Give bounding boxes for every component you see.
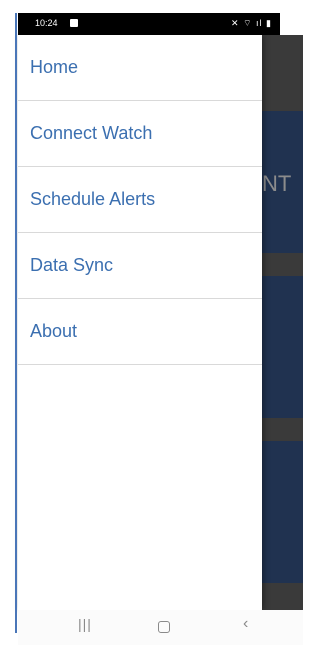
system-nav-bar: ||| ‹ (18, 610, 303, 645)
menu-item-label: Data Sync (30, 255, 114, 275)
background-app[interactable]: NT (262, 35, 303, 610)
screen: 10:24 ✕ ⌔ ıl ▮ NT Home Connect Watch Sch… (0, 0, 303, 645)
window-edge (15, 13, 17, 633)
menu-item-about[interactable]: About (18, 299, 262, 365)
menu-item-connect-watch[interactable]: Connect Watch (18, 101, 262, 167)
menu-item-schedule-alerts[interactable]: Schedule Alerts (18, 167, 262, 233)
menu-item-label: Connect Watch (30, 123, 153, 143)
status-bar: 10:24 ✕ ⌔ ıl ▮ (18, 13, 280, 35)
status-time: 10:24 (35, 18, 58, 28)
navigation-drawer: Home Connect Watch Schedule Alerts Data … (18, 35, 262, 610)
notification-icon (70, 19, 78, 27)
home-button[interactable] (158, 621, 170, 633)
background-title-fragment: NT (262, 171, 292, 196)
menu-item-data-sync[interactable]: Data Sync (18, 233, 262, 299)
background-card (262, 276, 303, 418)
recents-button[interactable]: ||| (78, 616, 92, 632)
background-card (262, 441, 303, 583)
back-button[interactable]: ‹ (243, 615, 248, 633)
menu-item-label: Home (30, 57, 79, 77)
status-icons: ✕ ⌔ ıl ▮ (231, 18, 272, 28)
menu-item-label: Schedule Alerts (30, 189, 156, 209)
menu-item-home[interactable]: Home (18, 35, 262, 101)
menu-item-label: About (30, 321, 78, 341)
